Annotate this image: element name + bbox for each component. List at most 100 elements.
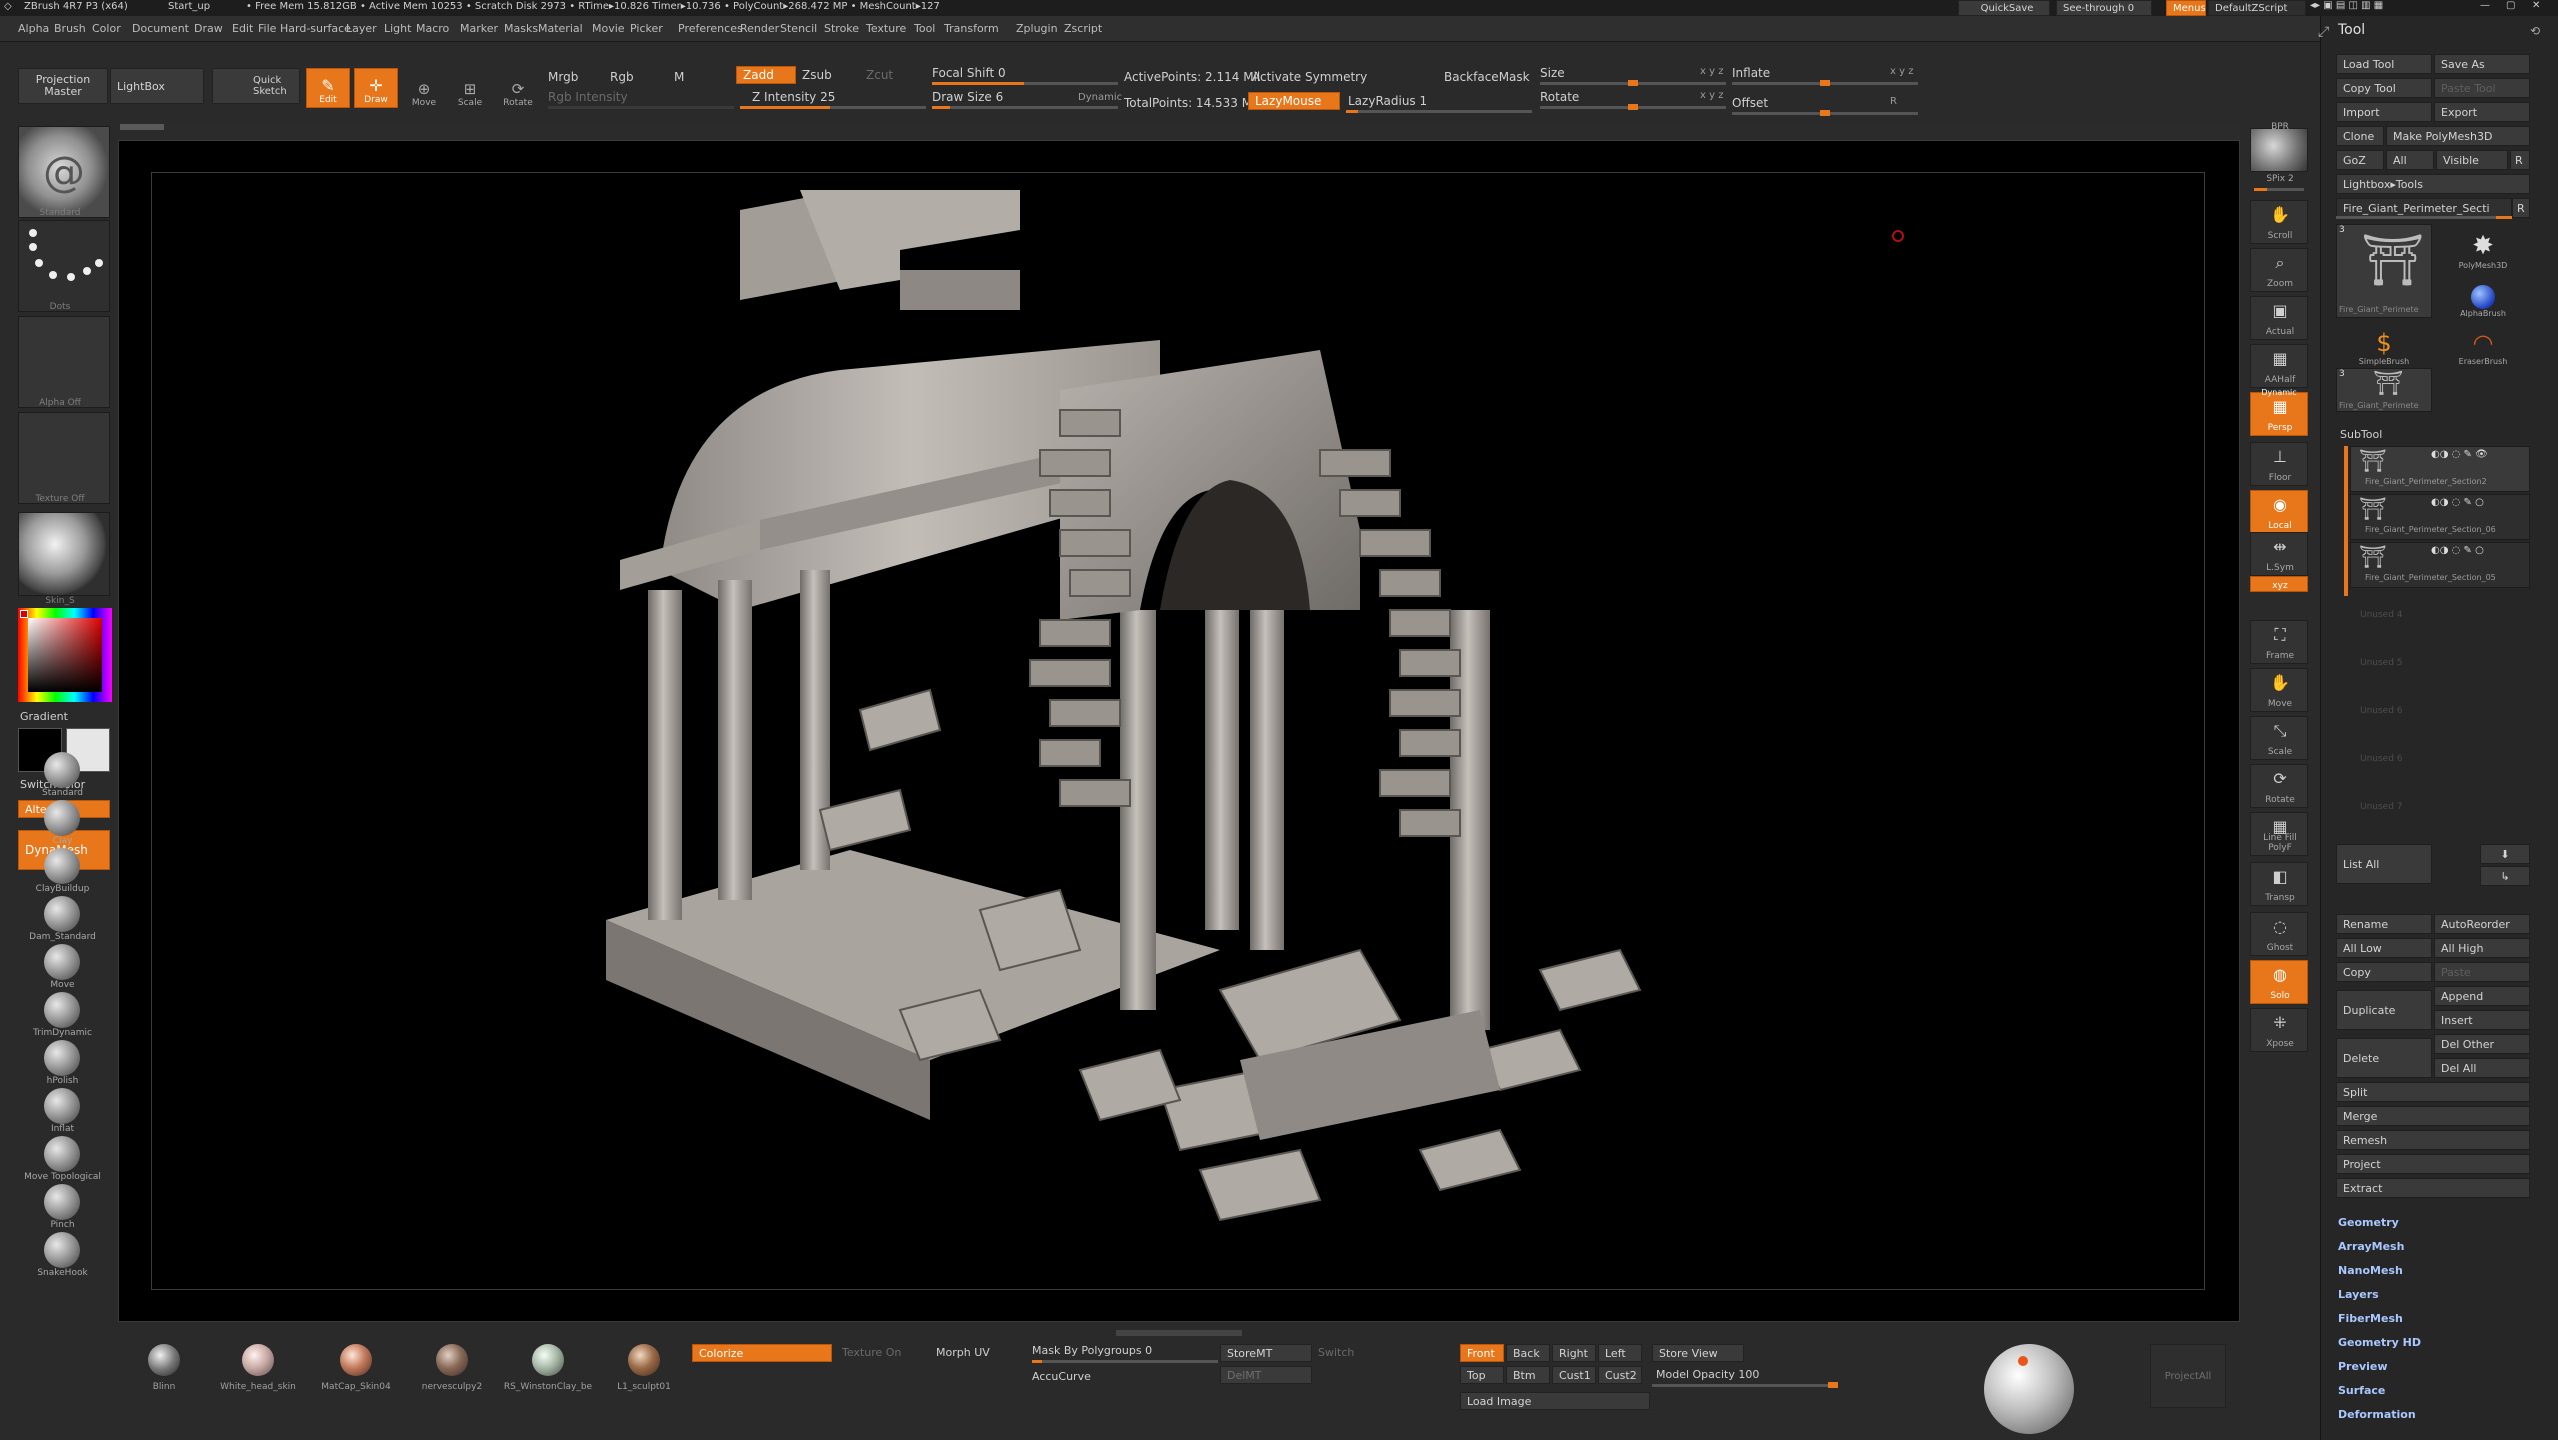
menu-material[interactable]: Material bbox=[538, 22, 583, 35]
maximize-icon[interactable]: ▢ bbox=[2506, 0, 2515, 11]
menu-stroke[interactable]: Stroke bbox=[824, 22, 859, 35]
brush-standard-icon[interactable] bbox=[44, 752, 80, 788]
spix-slider[interactable]: SPix 2 bbox=[2240, 174, 2320, 184]
menu-file[interactable]: File bbox=[258, 22, 276, 35]
section-surface[interactable]: Surface bbox=[2338, 1384, 2385, 1397]
material-nervesculpy2-swatch[interactable] bbox=[436, 1344, 468, 1376]
texture-thumbnail[interactable] bbox=[18, 412, 110, 504]
menu-tool[interactable]: Tool bbox=[914, 22, 935, 35]
copy-tool-button[interactable]: Copy Tool bbox=[2336, 78, 2432, 98]
section-layers[interactable]: Layers bbox=[2338, 1288, 2379, 1301]
size-xyz[interactable]: x y z bbox=[1700, 66, 1723, 77]
section-geometry-hd[interactable]: Geometry HD bbox=[2338, 1336, 2421, 1349]
tool-thumb-current[interactable]: 3 ⛩ Fire_Giant_Perimete bbox=[2336, 224, 2432, 318]
append-button[interactable]: Append bbox=[2434, 986, 2530, 1006]
menu-stencil[interactable]: Stencil bbox=[780, 22, 817, 35]
focal-shift-track[interactable] bbox=[932, 82, 1118, 85]
goz-all-button[interactable]: All bbox=[2386, 150, 2434, 170]
lightbox-button[interactable]: LightBox bbox=[110, 68, 204, 104]
move-button[interactable]: ✋ Move bbox=[2250, 668, 2308, 712]
texture-on-button[interactable]: Texture On bbox=[842, 1346, 901, 1359]
size-slider[interactable]: Size bbox=[1540, 66, 1565, 80]
project-button[interactable]: Project bbox=[2336, 1154, 2530, 1174]
split-button[interactable]: Split bbox=[2336, 1082, 2530, 1102]
load-tool-button[interactable]: Load Tool bbox=[2336, 54, 2432, 74]
subtool-scrollbar[interactable] bbox=[2344, 446, 2348, 596]
menus-button[interactable]: Menus bbox=[2166, 0, 2206, 16]
rotate-xyz[interactable]: x y z bbox=[1700, 90, 1723, 101]
subtool-row[interactable]: ⛩ ◐◑ ◌ ✎ 👁 Fire_Giant_Perimeter_Section2 bbox=[2350, 446, 2530, 492]
focal-shift-slider[interactable]: Focal Shift 0 bbox=[932, 66, 1006, 80]
cust2-view-button[interactable]: Cust2 bbox=[1598, 1366, 1642, 1384]
viewport-tab[interactable] bbox=[118, 124, 164, 130]
brush-inflat-icon[interactable] bbox=[44, 1088, 80, 1124]
switch-button[interactable]: Switch bbox=[1318, 1346, 1354, 1359]
quick-sketch-button[interactable]: Quick Sketch bbox=[212, 68, 300, 104]
mask-by-polygroups-track[interactable] bbox=[1032, 1360, 1218, 1363]
polymesh3d-thumb[interactable]: ✸ PolyMesh3D bbox=[2436, 224, 2530, 270]
alpha-thumbnail[interactable] bbox=[18, 316, 110, 408]
transp-button[interactable]: ◧ Transp bbox=[2250, 862, 2308, 906]
minimize-icon[interactable]: — bbox=[2480, 0, 2490, 11]
default-zscript-button[interactable]: DefaultZScript bbox=[2208, 0, 2306, 16]
ghost-button[interactable]: ◌ Ghost bbox=[2250, 912, 2308, 956]
menu-marker[interactable]: Marker bbox=[460, 22, 498, 35]
gradient-toggle[interactable]: Gradient bbox=[20, 710, 68, 723]
lazymouse-button[interactable]: LazyMouse bbox=[1248, 92, 1340, 110]
light-position-dot[interactable] bbox=[2018, 1356, 2028, 1366]
l-sym-button[interactable]: ⇹ L.Sym bbox=[2250, 532, 2308, 576]
subtool-row[interactable]: ⛩ ◐◑ ◌ ✎ ○ Fire_Giant_Perimeter_Section_05 bbox=[2350, 542, 2530, 588]
rotate-knob[interactable] bbox=[1628, 104, 1638, 110]
menu-alpha[interactable]: Alpha bbox=[18, 22, 49, 35]
brush-move-topological-icon[interactable] bbox=[44, 1136, 80, 1172]
list-all-button[interactable]: List All bbox=[2336, 844, 2432, 884]
current-tool-knob[interactable] bbox=[2496, 216, 2512, 219]
size-knob[interactable] bbox=[1628, 80, 1638, 86]
copy-subtool-button[interactable]: Copy bbox=[2336, 962, 2432, 982]
brush-snakehook-icon[interactable] bbox=[44, 1232, 80, 1268]
section-arraymesh[interactable]: ArrayMesh bbox=[2338, 1240, 2404, 1253]
temple-model[interactable] bbox=[600, 190, 1710, 1270]
duplicate-button[interactable]: Duplicate bbox=[2336, 990, 2432, 1030]
gxyz-button[interactable]: xyz bbox=[2250, 576, 2308, 592]
see-through-slider[interactable]: See-through 0 bbox=[2056, 0, 2152, 16]
simplebrush-thumb[interactable]: $ SimpleBrush bbox=[2336, 320, 2432, 366]
mrgb-button[interactable]: Mrgb bbox=[548, 70, 578, 84]
subtool-toggles-icon[interactable]: ◐◑ ◌ ✎ ○ bbox=[2431, 545, 2484, 556]
panel-dock-icon[interactable]: ⟲ bbox=[2530, 24, 2540, 38]
menu-transform[interactable]: Transform bbox=[944, 22, 999, 35]
brush-claybuildup-icon[interactable] bbox=[44, 848, 80, 884]
morph-uv-button[interactable]: Morph UV bbox=[936, 1346, 990, 1359]
menu-picker[interactable]: Picker bbox=[630, 22, 663, 35]
frame-button[interactable]: ⛶ Frame bbox=[2250, 620, 2308, 664]
move-down-button[interactable]: ⬇ bbox=[2480, 844, 2530, 864]
brush-clay-icon[interactable] bbox=[44, 800, 80, 836]
model-opacity-knob[interactable] bbox=[1828, 1382, 1838, 1388]
menu-brush[interactable]: Brush bbox=[54, 22, 86, 35]
model-opacity-track[interactable] bbox=[1652, 1382, 1838, 1388]
aahalf-button[interactable]: ▦ AAHalf bbox=[2250, 344, 2308, 388]
zoom-button[interactable]: ⌕ Zoom bbox=[2250, 248, 2308, 292]
brush-trimdynamic-icon[interactable] bbox=[44, 992, 80, 1028]
material-white-head-skin-swatch[interactable] bbox=[242, 1344, 274, 1376]
menu-macro[interactable]: Macro bbox=[416, 22, 449, 35]
delete-button[interactable]: Delete bbox=[2336, 1038, 2432, 1078]
local-button[interactable]: ◉ Local bbox=[2250, 490, 2308, 534]
backface-mask-button[interactable]: BackfaceMask bbox=[1444, 70, 1530, 84]
load-image-button[interactable]: Load Image bbox=[1460, 1392, 1650, 1410]
bottom-view-button[interactable]: Btm bbox=[1506, 1366, 1550, 1384]
persp-button[interactable]: ▦ Persp bbox=[2250, 392, 2308, 436]
del-all-button[interactable]: Del All bbox=[2434, 1058, 2530, 1078]
scale-button[interactable]: ⤡ Scale bbox=[2250, 716, 2308, 760]
z-intensity-slider[interactable]: Z Intensity 25 bbox=[752, 90, 835, 104]
inflate-track[interactable] bbox=[1732, 80, 1918, 86]
rotate-mode-button[interactable]: ⟳ Rotate bbox=[496, 68, 540, 108]
material-thumbnail[interactable] bbox=[18, 512, 110, 596]
menu-light[interactable]: Light bbox=[384, 22, 411, 35]
remesh-button[interactable]: Remesh bbox=[2336, 1130, 2530, 1150]
tool-thumb-secondary[interactable]: 3 ⛩ Fire_Giant_Perimete bbox=[2336, 368, 2432, 412]
goz-visible-button[interactable]: Visible bbox=[2436, 150, 2508, 170]
dynamic-persp-label[interactable]: Dynamic bbox=[2250, 388, 2308, 397]
rgb-button[interactable]: Rgb bbox=[610, 70, 634, 84]
material-blinn-swatch[interactable] bbox=[148, 1344, 180, 1376]
